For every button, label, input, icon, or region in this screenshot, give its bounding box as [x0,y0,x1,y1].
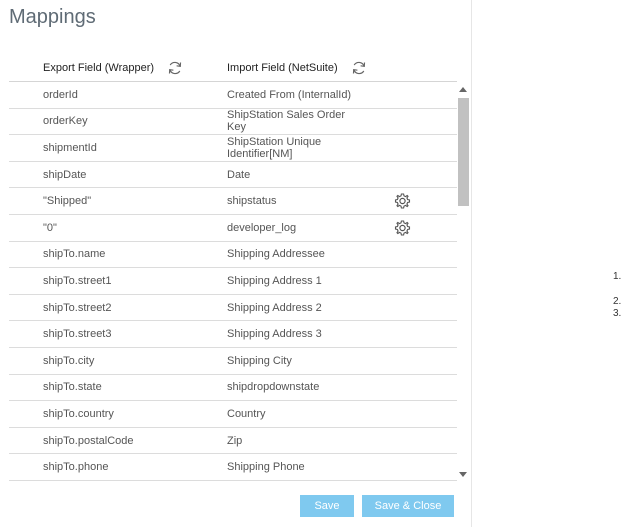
export-field-cell: shipDate [43,168,87,181]
import-field-cell: Country [227,407,266,420]
export-field-cell: shipTo.phone [43,461,109,474]
table-row[interactable]: orderKey ShipStation Sales Order Key [9,109,457,136]
scrollbar[interactable] [458,84,470,480]
import-field-cell: Shipping Addressee [227,248,325,261]
table-row[interactable]: "Shipped" shipstatus [9,188,457,215]
table-row[interactable]: shipTo.country Country [9,401,457,428]
side-list-item: 1. [613,271,622,282]
import-field-cell: Shipping Address 3 [227,328,322,341]
import-field-cell: ShipStation Unique Identifier[NM] [227,135,322,160]
export-field-cell: shipmentId [43,141,97,154]
table-row[interactable]: shipTo.street3 Shipping Address 3 [9,321,457,348]
import-field-cell: Shipping City [227,354,292,367]
side-list-item: 2. [613,296,622,307]
table-row[interactable]: shipTo.street1 Shipping Address 1 [9,268,457,295]
mappings-panel: Mappings Export Field (Wrapper) Import F… [0,0,472,527]
table-row[interactable]: shipTo.street2 Shipping Address 2 [9,295,457,322]
export-field-cell: orderId [43,88,78,101]
save-button[interactable]: Save [300,495,354,517]
import-field-header: Import Field (NetSuite) [227,60,367,76]
scrollbar-thumb[interactable] [458,98,469,206]
import-field-cell: Date [227,168,251,181]
table-row[interactable]: "0" developer_log [9,215,457,242]
import-field-cell: Shipping Phone [227,461,305,474]
table-row[interactable]: orderId Created From (InternalId) [9,82,457,109]
export-field-header-label: Export Field (Wrapper) [43,62,155,74]
table-row[interactable]: shipTo.state shipdropdownstate [9,375,457,402]
scroll-down-arrow-icon[interactable] [459,472,467,477]
import-field-cell: ShipStation Sales Order Key [227,109,346,134]
import-field-cell: Shipping Address 2 [227,301,322,314]
export-field-cell: shipTo.street2 [43,301,112,314]
export-field-cell: orderKey [43,115,88,128]
export-field-cell: "Shipped" [43,195,92,208]
table-row[interactable]: shipTo.phone Shipping Phone [9,454,457,481]
table-row[interactable]: shipTo.name Shipping Addressee [9,242,457,269]
table-row[interactable]: shipmentId ShipStation Unique Identifier[… [9,135,457,162]
refresh-icon[interactable] [351,60,367,76]
import-field-header-label: Import Field (NetSuite) [227,62,338,74]
mappings-table: orderId Created From (InternalId) orderKey… [9,82,457,482]
save-close-button[interactable]: Save & Close [362,495,454,517]
import-field-cell: developer_log [227,221,297,234]
side-list-item: 3. [613,308,622,319]
import-field-cell: Shipping Address 1 [227,274,322,287]
export-field-cell: shipTo.street1 [43,274,112,287]
table-row[interactable]: shipTo.postalCode Zip [9,428,457,455]
gear-icon[interactable] [394,193,411,210]
gear-icon[interactable] [394,219,411,236]
export-field-cell: shipTo.name [43,248,106,261]
import-field-cell: shipdropdownstate [227,381,320,394]
import-field-cell: shipstatus [227,195,277,208]
export-field-header: Export Field (Wrapper) [43,60,183,76]
export-field-cell: shipTo.state [43,381,102,394]
table-row[interactable]: shipTo.city Shipping City [9,348,457,375]
export-field-cell: shipTo.city [43,354,95,367]
scroll-up-arrow-icon[interactable] [459,87,467,92]
export-field-cell: shipTo.street3 [43,328,112,341]
import-field-cell: Zip [227,434,243,447]
export-field-cell: "0" [43,221,57,234]
export-field-cell: shipTo.country [43,407,114,420]
refresh-icon[interactable] [167,60,183,76]
table-row[interactable]: shipDate Date [9,162,457,189]
export-field-cell: shipTo.postalCode [43,434,134,447]
page-title: Mappings [9,6,96,28]
import-field-cell: Created From (InternalId) [227,88,352,101]
